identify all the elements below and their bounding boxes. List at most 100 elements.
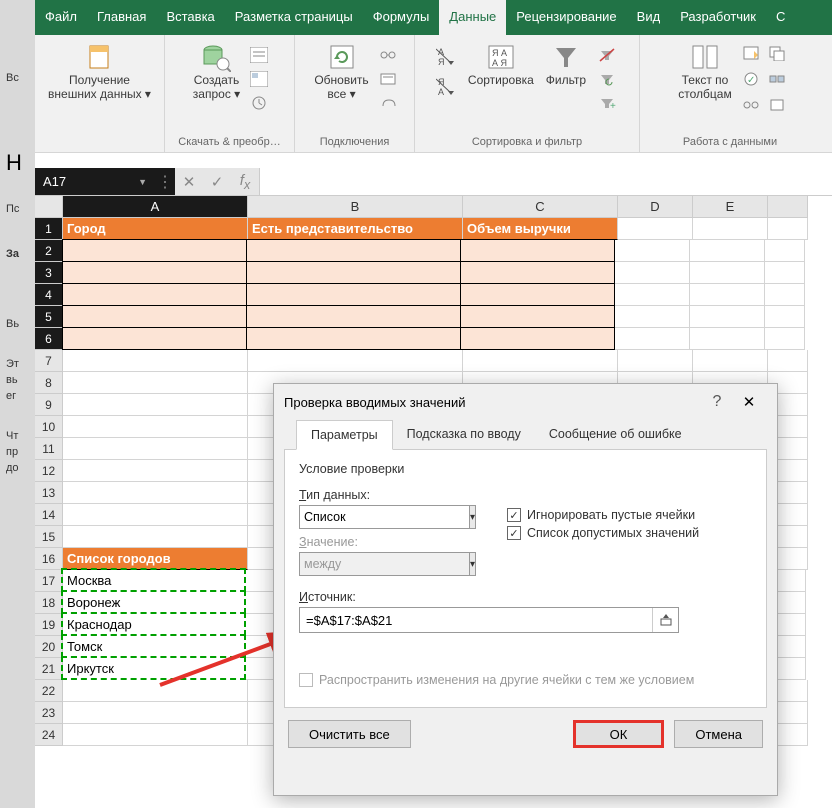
formula-input[interactable] <box>259 168 832 195</box>
clear-filter-icon[interactable] <box>595 44 619 66</box>
cell[interactable] <box>690 306 765 328</box>
cell[interactable] <box>460 305 615 328</box>
cell[interactable] <box>765 328 805 350</box>
col-header-c[interactable]: C <box>463 196 618 218</box>
cell[interactable] <box>63 702 248 724</box>
row-header[interactable]: 1 <box>35 218 63 240</box>
cell[interactable] <box>63 680 248 702</box>
cell[interactable]: Томск <box>61 634 246 658</box>
row-header[interactable]: 18 <box>35 592 63 614</box>
cell[interactable] <box>693 218 768 240</box>
row-header[interactable]: 4 <box>35 284 63 306</box>
row-header[interactable]: 20 <box>35 636 63 658</box>
name-box[interactable]: A17▼ <box>35 168 155 195</box>
cell[interactable] <box>63 416 248 438</box>
col-header-a[interactable]: A <box>63 196 248 218</box>
cell[interactable] <box>62 327 247 350</box>
tab-formulas[interactable]: Формулы <box>363 0 440 35</box>
tab-parameters[interactable]: Параметры <box>296 420 393 450</box>
cell[interactable] <box>768 350 808 372</box>
tab-review[interactable]: Рецензирование <box>506 0 626 35</box>
row-header[interactable]: 10 <box>35 416 63 438</box>
cell[interactable] <box>618 350 693 372</box>
cell[interactable] <box>63 394 248 416</box>
col-header-d[interactable]: D <box>618 196 693 218</box>
help-icon[interactable]: ? <box>703 393 731 411</box>
cancel-formula-icon[interactable]: ✕ <box>175 168 203 195</box>
cell[interactable]: Москва <box>61 568 246 592</box>
source-input[interactable] <box>300 610 652 631</box>
cell[interactable] <box>618 218 693 240</box>
row-header[interactable]: 2 <box>35 240 63 262</box>
relationships-icon[interactable] <box>739 94 763 116</box>
show-queries-icon[interactable] <box>247 44 271 66</box>
cell[interactable] <box>615 240 690 262</box>
new-query-button[interactable]: Создать запрос ▾ <box>187 37 246 105</box>
cell[interactable] <box>765 284 805 306</box>
cell[interactable] <box>246 261 461 284</box>
row-header[interactable]: 14 <box>35 504 63 526</box>
row-header[interactable]: 6 <box>35 328 63 350</box>
advanced-filter-icon[interactable]: + <box>595 92 619 114</box>
cell[interactable]: Объем выручки <box>463 218 618 240</box>
clear-all-button[interactable]: Очистить все <box>288 720 411 748</box>
cell[interactable] <box>62 283 247 306</box>
sort-desc-icon[interactable]: ЯА <box>435 72 459 100</box>
row-header[interactable]: 12 <box>35 460 63 482</box>
ignore-blank-checkbox[interactable]: ✓Игнорировать пустые ячейки <box>507 508 752 522</box>
cell[interactable] <box>246 239 461 262</box>
cell[interactable] <box>62 305 247 328</box>
remove-duplicates-icon[interactable] <box>765 42 789 64</box>
tab-layout[interactable]: Разметка страницы <box>225 0 363 35</box>
row-header[interactable]: 11 <box>35 438 63 460</box>
cell[interactable] <box>246 305 461 328</box>
cell[interactable] <box>690 262 765 284</box>
cell[interactable] <box>693 350 768 372</box>
cell[interactable] <box>615 284 690 306</box>
tab-error-alert[interactable]: Сообщение об ошибке <box>535 420 696 449</box>
row-header[interactable]: 21 <box>35 658 63 680</box>
fx-icon[interactable]: fx <box>231 168 259 195</box>
cell[interactable] <box>690 284 765 306</box>
properties-icon[interactable] <box>376 68 400 90</box>
cell[interactable]: Список городов <box>63 548 248 570</box>
manage-data-model-icon[interactable] <box>765 94 789 116</box>
get-external-data-button[interactable]: Получение внешних данных ▾ <box>42 37 157 105</box>
type-value[interactable] <box>299 505 470 529</box>
cell[interactable] <box>63 460 248 482</box>
row-header[interactable]: 13 <box>35 482 63 504</box>
row-header[interactable]: 17 <box>35 570 63 592</box>
cell[interactable]: Воронеж <box>61 590 246 614</box>
cell[interactable] <box>765 262 805 284</box>
row-header[interactable]: 15 <box>35 526 63 548</box>
col-header-f[interactable] <box>768 196 808 218</box>
row-header[interactable]: 3 <box>35 262 63 284</box>
row-header[interactable]: 23 <box>35 702 63 724</box>
tab-home[interactable]: Главная <box>87 0 156 35</box>
tab-insert[interactable]: Вставка <box>156 0 224 35</box>
edit-links-icon[interactable] <box>376 92 400 114</box>
cell[interactable] <box>63 504 248 526</box>
flash-fill-icon[interactable] <box>739 42 763 64</box>
col-header-b[interactable]: B <box>248 196 463 218</box>
cell[interactable] <box>463 350 618 372</box>
cell[interactable] <box>615 262 690 284</box>
cell[interactable] <box>246 283 461 306</box>
reapply-icon[interactable] <box>595 68 619 90</box>
cell[interactable] <box>62 239 247 262</box>
cell[interactable]: Город <box>63 218 248 240</box>
cell[interactable] <box>63 526 248 548</box>
select-all-corner[interactable] <box>35 196 63 218</box>
tab-view[interactable]: Вид <box>627 0 671 35</box>
connections-icon[interactable] <box>376 44 400 66</box>
close-icon[interactable]: ✕ <box>731 393 767 411</box>
from-table-icon[interactable] <box>247 68 271 90</box>
enter-formula-icon[interactable]: ✓ <box>203 168 231 195</box>
filter-button[interactable]: Фильтр <box>540 37 592 91</box>
refresh-all-button[interactable]: Обновить все ▾ <box>308 37 374 105</box>
cell[interactable]: Иркутск <box>61 656 246 680</box>
row-header[interactable]: 8 <box>35 372 63 394</box>
cell[interactable] <box>460 283 615 306</box>
sort-asc-icon[interactable]: АЯ <box>435 42 459 70</box>
ok-button[interactable]: ОК <box>573 720 665 748</box>
